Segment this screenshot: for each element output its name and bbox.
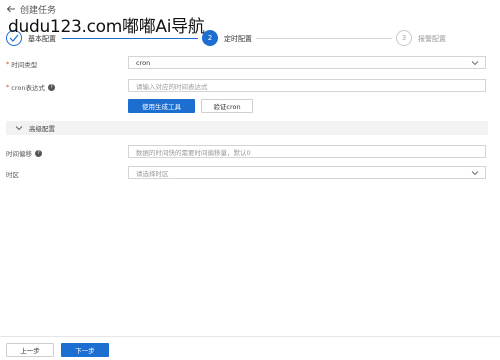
required-marker: *: [6, 60, 10, 68]
time-type-select[interactable]: cron: [128, 56, 486, 69]
time-offset-label: 时间偏移 ?: [6, 148, 42, 158]
timezone-select[interactable]: 请选择时区: [128, 166, 486, 179]
cron-expression-label: * cron表达式 ?: [6, 82, 55, 92]
cron-expression-placeholder: 请输入对应的时间表达式: [136, 82, 208, 91]
cron-expression-input[interactable]: 请输入对应的时间表达式: [128, 79, 486, 92]
footer-divider: [0, 336, 500, 337]
chevron-down-icon: [471, 61, 479, 66]
advanced-config-toggle[interactable]: 高级配置: [6, 121, 488, 135]
next-step-button[interactable]: 下一步: [61, 343, 109, 357]
help-icon[interactable]: ?: [47, 83, 55, 91]
step-2-label: 定时配置: [224, 35, 252, 43]
time-offset-input[interactable]: 数据的时间快的需要时间偏移量，默认0: [128, 145, 486, 158]
timezone-placeholder: 请选择时区: [136, 169, 169, 178]
required-marker: *: [6, 83, 10, 91]
step-connector-1: [62, 38, 198, 39]
step-3-number: 3: [396, 30, 412, 46]
use-generator-button[interactable]: 使用生成工具: [128, 99, 195, 113]
advanced-config-label: 高级配置: [29, 125, 55, 133]
timezone-label-text: 时区: [6, 171, 19, 179]
validate-cron-button[interactable]: 验证cron: [201, 99, 253, 113]
timezone-label: 时区: [6, 169, 19, 179]
time-type-label-text: 时间类型: [11, 61, 38, 69]
time-offset-label-text: 时间偏移: [6, 150, 32, 158]
prev-step-button[interactable]: 上一步: [6, 343, 54, 357]
time-type-label: * 时间类型: [6, 59, 37, 69]
time-type-value: cron: [136, 58, 151, 67]
chevron-down-icon: [15, 126, 23, 131]
help-icon[interactable]: ?: [35, 149, 42, 157]
step-connector-2: [256, 38, 392, 39]
watermark-text: dudu123.com嘟嘟Ai导航: [8, 17, 205, 37]
chevron-down-icon: [471, 171, 479, 176]
time-offset-placeholder: 数据的时间快的需要时间偏移量，默认0: [136, 148, 251, 157]
step-3-label: 报警配置: [418, 35, 446, 43]
cron-expression-label-text: cron表达式: [11, 84, 45, 92]
